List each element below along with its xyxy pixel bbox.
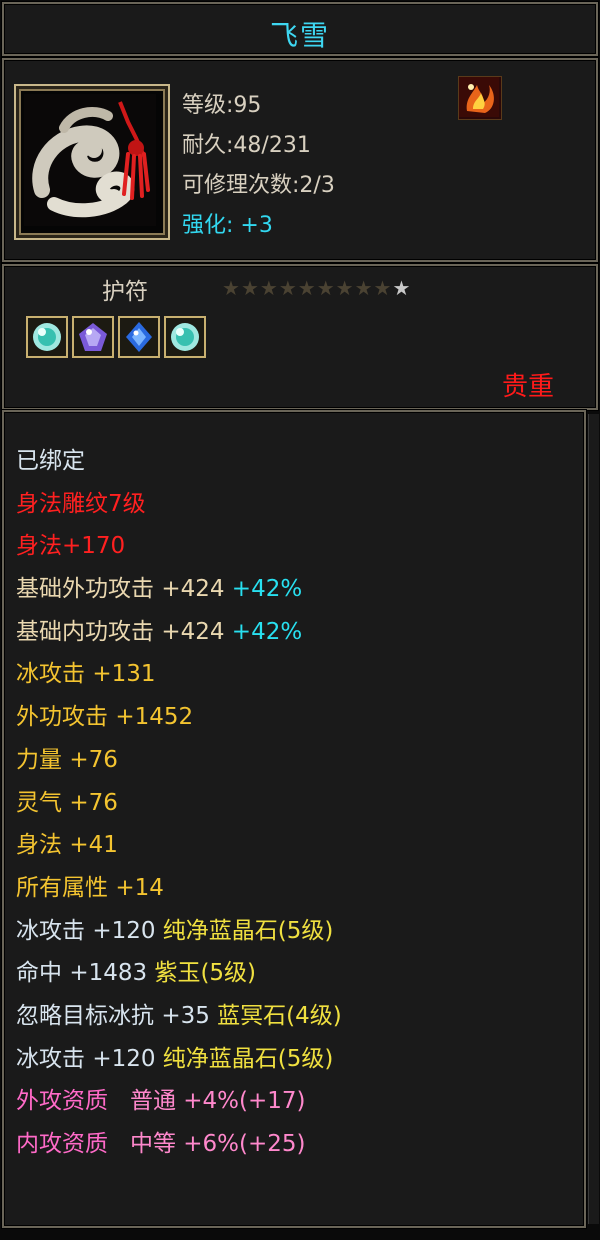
gem-attr-line: 冰攻击 +120 纯净蓝晶石(5级) [16,917,334,944]
stats-list: 已绑定 身法雕纹7级 身法+170 基础外功攻击 +424 +42% 基础内功攻… [16,440,342,1166]
item-icon-frame[interactable] [14,84,170,240]
enhance-value: +3 [240,213,273,238]
green-gem-icon [171,323,199,351]
scrollbar[interactable] [588,414,599,1224]
star-rating: ★★★★★★★★★★ [222,276,411,300]
item-info-lines: 等级:95 耐久:48/231 可修理次数:2/3 强化: +3 [182,86,335,246]
item-enhance: 强化: +3 [182,206,335,246]
gem-attr-line: 忽略目标冰抗 +35 蓝冥石(4级) [16,1002,342,1029]
gem-attr-line: 冰攻击 +120 纯净蓝晶石(5级) [16,1045,334,1072]
gem-attr-line: 命中 +1483 紫玉(5级) [16,960,257,987]
star-icon-lit: ★ [392,276,412,300]
gem-socket-2[interactable] [72,316,114,358]
star-icon: ★ [354,276,374,300]
jade-pendant-icon [24,94,156,226]
engraving-line: 身法雕纹7级 [16,490,146,517]
blue-gem-icon [126,322,152,352]
item-level: 等级:95 [182,93,262,118]
bound-status: 已绑定 [16,448,85,474]
gem-socket-4[interactable] [164,316,206,358]
socket-panel: 护符 ★★★★★★★★★★ 贵重 [2,264,598,410]
purple-gem-icon [79,323,107,351]
quality-line: 外攻资质 普通 +4%(+17) [16,1088,306,1115]
stats-panel: 已绑定 身法雕纹7级 身法+170 基础外功攻击 +424 +42% 基础内功攻… [2,410,586,1228]
green-gem-icon [33,323,61,351]
item-rarity: 贵重 [501,372,554,402]
item-durability: 耐久:48/231 [182,133,311,158]
attr-line: 身法 +41 [16,832,118,859]
agility-bonus-line: 身法+170 [16,533,126,560]
gem-socket-1[interactable] [26,316,68,358]
star-icon: ★ [222,276,241,300]
attr-line: 力量 +76 [16,746,118,773]
attr-line: 外功攻击 +1452 [16,704,194,731]
item-type-label: 护符 [102,279,148,305]
base-stat-line: 基础内功攻击 +424 +42% [16,618,303,645]
item-repair-count: 可修理次数:2/3 [182,173,335,198]
item-name: 飞雪 [269,19,330,52]
star-icon: ★ [373,276,393,300]
star-icon: ★ [278,276,298,300]
fire-skill-icon[interactable] [458,76,502,120]
attr-line: 灵气 +76 [16,789,118,816]
star-icon: ★ [259,276,279,300]
item-info-panel: 等级:95 耐久:48/231 可修理次数:2/3 强化: +3 [2,58,598,262]
enhance-label: 强化: [182,213,241,238]
gem-sockets [26,316,206,358]
quality-line: 内攻资质 中等 +6%(+25) [16,1131,306,1157]
base-stat-line: 基础外功攻击 +424 +42% [16,576,303,603]
attr-line: 冰攻击 +131 [16,661,156,688]
attr-line: 所有属性 +14 [16,874,164,901]
star-icon: ★ [335,276,355,300]
star-icon: ★ [316,276,336,300]
gem-socket-3[interactable] [118,316,160,358]
star-icon: ★ [297,276,317,300]
item-title-bar: 飞雪 [2,2,598,56]
star-icon: ★ [240,276,260,300]
